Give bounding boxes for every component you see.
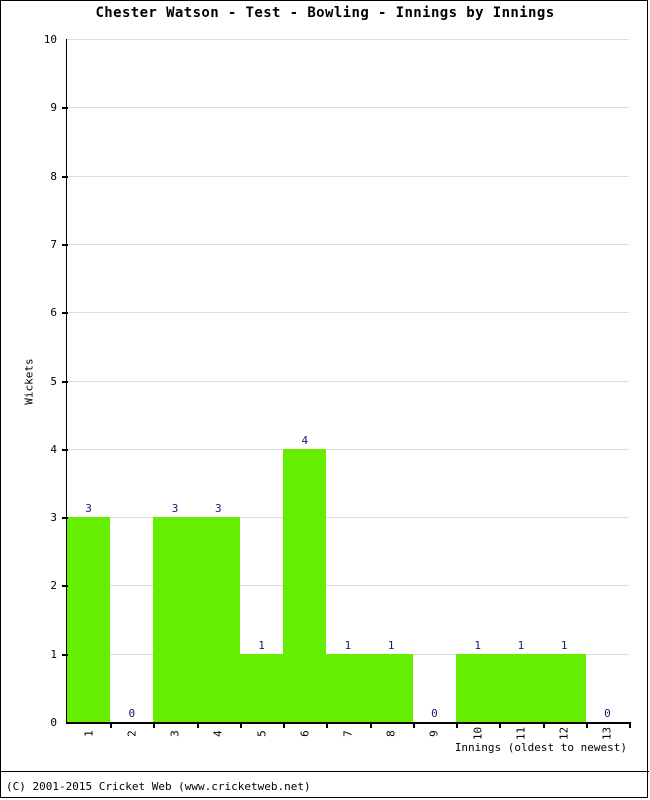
page-title: Chester Watson - Test - Bowling - Inning… — [95, 5, 555, 21]
gridline — [67, 585, 629, 587]
y-axis-tick — [62, 653, 68, 656]
bar-value-label: 0 — [431, 707, 438, 720]
bar-value-label: 1 — [474, 638, 481, 652]
bar-value-label: 1 — [258, 638, 265, 652]
x-axis-label: 8 — [384, 730, 398, 737]
y-axis-label: 4 — [50, 442, 57, 456]
gridline — [67, 39, 629, 40]
x-axis-tick — [239, 722, 242, 728]
y-axis-label: 7 — [50, 237, 57, 251]
x-axis-tick — [456, 722, 459, 728]
bar-value-label: 1 — [517, 638, 525, 652]
x-axis-tick — [326, 722, 329, 728]
x-axis-tick — [283, 722, 286, 728]
gridline — [67, 380, 629, 382]
x-axis-label: 6 — [298, 730, 312, 737]
gridline — [67, 517, 629, 519]
gridline — [67, 107, 629, 109]
gridline — [67, 243, 629, 245]
y-axis-tick — [62, 312, 68, 315]
x-axis-tick — [153, 722, 156, 728]
x-axis-tick — [629, 722, 631, 728]
x-axis-tick — [542, 722, 545, 728]
bar-value-label: 4 — [301, 433, 309, 447]
bar — [196, 517, 240, 722]
y-axis-tick — [62, 585, 68, 588]
bar-value-label: 3 — [85, 502, 92, 516]
x-axis-tick — [110, 722, 113, 728]
bar — [456, 653, 500, 722]
y-axis-tick — [62, 175, 68, 178]
bar-value-label: 1 — [387, 638, 395, 652]
y-axis-tick — [62, 243, 68, 246]
bar — [153, 517, 197, 722]
gridline — [67, 175, 629, 177]
bar-value-label: 0 — [128, 707, 136, 720]
bar — [542, 653, 586, 722]
bar — [239, 653, 284, 722]
x-axis-label: 3 — [168, 730, 182, 737]
bar — [326, 653, 370, 722]
x-axis-label: 4 — [211, 730, 225, 737]
y-axis-label: 0 — [50, 716, 57, 729]
bar — [283, 448, 327, 722]
x-axis-label: 7 — [341, 730, 355, 737]
x-axis-tick — [369, 722, 372, 728]
gridline — [67, 312, 629, 314]
y-axis-label: 1 — [50, 647, 57, 661]
y-axis-tick — [62, 380, 68, 383]
y-axis-tick — [62, 517, 68, 520]
bar — [67, 517, 111, 722]
x-axis-label: 9 — [427, 730, 441, 737]
x-axis-tick — [499, 722, 502, 728]
x-axis-title: Innings (oldest to newest) — [454, 741, 627, 754]
x-axis-tick — [412, 722, 415, 728]
x-axis-tick — [196, 722, 199, 728]
bar — [499, 653, 543, 722]
bar-value-label: 3 — [214, 502, 222, 516]
y-axis-tick — [62, 107, 68, 110]
y-axis-label: 6 — [50, 306, 57, 320]
y-axis-title-text: Wickets — [22, 357, 36, 405]
footer-separator — [1, 771, 649, 772]
bar-value-label: 0 — [604, 707, 611, 720]
x-axis-label: 5 — [255, 730, 269, 737]
bar-value-label: 1 — [560, 638, 568, 652]
y-axis-label: 9 — [50, 101, 57, 115]
bar-value-label: 3 — [171, 502, 179, 516]
x-axis-tick — [585, 722, 588, 728]
y-axis-label: 2 — [50, 579, 57, 593]
y-axis-label: 3 — [50, 511, 57, 525]
x-axis-label: 1 — [82, 730, 96, 737]
bar — [369, 653, 413, 722]
x-axis-label: 2 — [125, 730, 139, 737]
bar-value-label: 1 — [344, 638, 352, 652]
chart-page: Chester Watson - Test - Bowling - Inning… — [0, 0, 649, 798]
y-axis-label: 8 — [50, 169, 57, 183]
gridline — [67, 448, 629, 450]
copyright-footer: (C) 2001-2015 Cricket Web (www.cricketwe… — [6, 780, 311, 793]
y-axis-label: 10 — [43, 33, 57, 46]
y-axis-tick — [62, 448, 68, 451]
plot-area: 3 0 3 3 1 4 1 1 0 1 1 1 0 — [67, 39, 629, 722]
